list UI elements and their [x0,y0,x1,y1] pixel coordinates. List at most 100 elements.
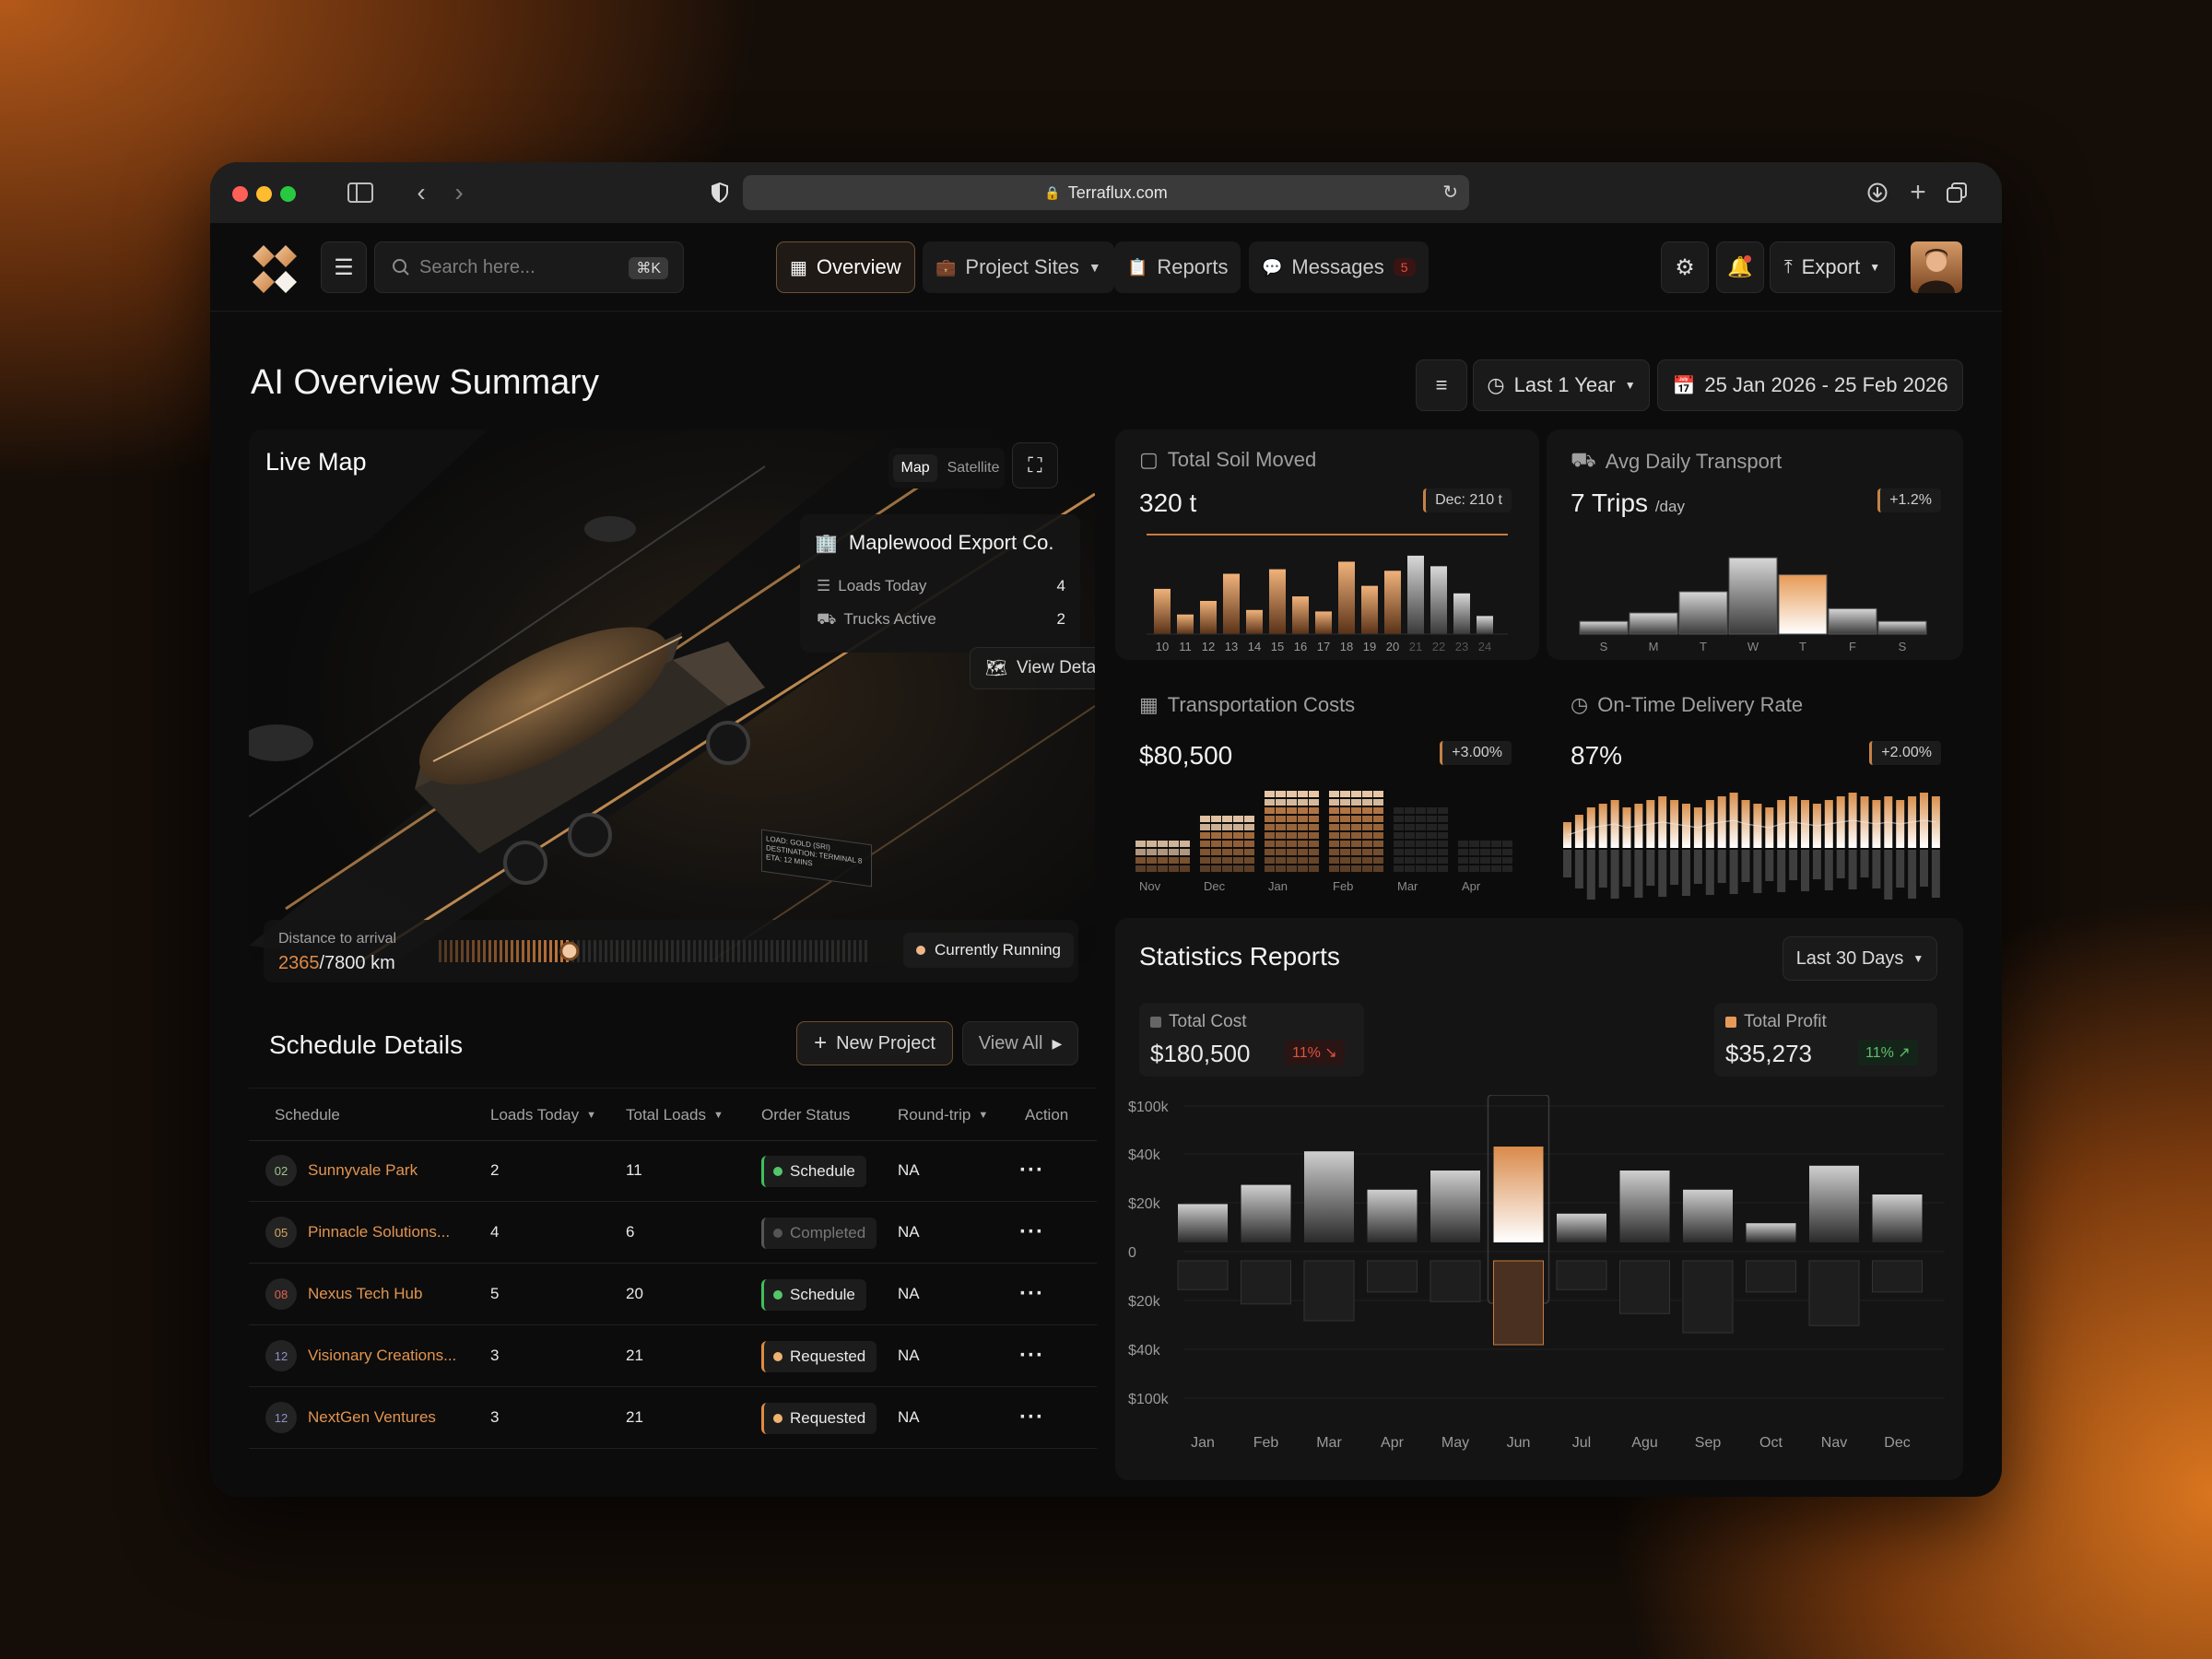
stats-cost-bar [1872,1260,1923,1293]
col-round-trip[interactable]: Round-trip ▼ [898,1106,988,1124]
minimize-window-button[interactable] [256,186,272,202]
settings-button[interactable]: ⚙ [1661,241,1709,293]
row-actions-icon[interactable]: ··· [1019,1343,1044,1369]
row-schedule-name[interactable]: Visionary Creations... [308,1347,456,1365]
cost-block [1147,849,1157,855]
map-toggle-map[interactable]: Map [893,454,937,482]
cost-block [1265,857,1275,864]
row-actions-icon[interactable]: ··· [1019,1405,1044,1430]
cost-block [1298,799,1308,806]
brand-logo[interactable] [249,243,300,295]
col-loads-today[interactable]: Loads Today ▼ [490,1106,596,1124]
row-round-trip: NA [898,1161,920,1179]
forward-icon[interactable]: › [443,177,475,208]
cost-block [1394,865,1404,872]
close-window-button[interactable] [232,186,248,202]
row-schedule-name[interactable]: Pinnacle Solutions... [308,1223,450,1241]
map-toggle-satellite[interactable]: Satellite [947,460,1000,477]
col-schedule[interactable]: Schedule [275,1106,340,1124]
ontime-bar-down [1586,850,1595,900]
address-bar[interactable]: 🔒 Terraflux.com ↻ [743,175,1469,210]
chevron-down-icon: ▼ [1624,379,1636,392]
range-select[interactable]: ◷ Last 1 Year ▼ [1473,359,1650,411]
zoom-window-button[interactable] [280,186,296,202]
reload-icon[interactable]: ↻ [1442,181,1458,204]
search-input[interactable]: Search here... ⌘K [374,241,684,293]
transport-tick-label: S [1899,640,1907,653]
new-project-button[interactable]: + New Project [796,1021,953,1065]
progress-tick [704,940,707,962]
cost-block [1276,816,1286,822]
avatar[interactable] [1911,241,1962,293]
cost-tick-label: Nov [1139,879,1161,893]
new-tab-icon[interactable]: + [1902,177,1934,208]
row-actions-icon[interactable]: ··· [1019,1219,1044,1245]
cost-block [1276,849,1286,855]
row-schedule-name[interactable]: NextGen Ventures [308,1408,436,1427]
soil-tick-label: 13 [1225,640,1238,653]
download-icon[interactable] [1862,177,1893,208]
search-shortcut: ⌘K [629,257,668,279]
shield-icon[interactable] [704,177,735,208]
map-scene[interactable] [249,429,1095,962]
ontime-bar-down [1717,850,1726,883]
table-row[interactable]: 05 Pinnacle Solutions... 4 6 Completed N… [249,1203,1097,1264]
trend-up-icon: ↗ [1898,1045,1911,1061]
progress-tick [527,940,530,962]
cost-block [1427,841,1437,847]
stats-profit-bar [1619,1171,1670,1242]
row-actions-icon[interactable]: ··· [1019,1281,1044,1307]
row-schedule-name[interactable]: Sunnyvale Park [308,1161,418,1180]
filter-button[interactable]: ≡ [1416,359,1467,411]
transport-bar [1678,591,1728,635]
tab-reports[interactable]: 📋 Reports [1114,241,1241,293]
progress-tick [599,940,602,962]
export-button[interactable]: ⤒ Export ▼ [1770,241,1895,293]
ontime-bar-down [1670,850,1679,885]
table-row[interactable]: 12 Visionary Creations... 3 21 Requested… [249,1326,1097,1387]
date-range-picker[interactable]: 📅 25 Jan 2026 - 25 Feb 2026 [1657,359,1963,411]
table-row[interactable]: 02 Sunnyvale Park 2 11 Schedule NA ··· [249,1141,1097,1202]
cost-block [1394,824,1404,830]
cost-block [1309,816,1319,822]
cost-tick-label: Dec [1204,879,1226,893]
cost-block [1362,799,1372,806]
stats-range-select[interactable]: Last 30 Days ▼ [1783,936,1937,981]
col-total-loads[interactable]: Total Loads ▼ [626,1106,724,1124]
cost-block [1405,849,1415,855]
fullscreen-button[interactable]: ⛶ [1012,442,1058,488]
progress-tick [776,940,779,962]
grid-icon: ▦ [790,257,807,278]
tab-messages[interactable]: 💬 Messages 5 [1249,241,1429,293]
progress-tick [715,940,718,962]
progress-tick [516,940,519,962]
cost-block [1233,841,1243,847]
cost-block [1180,865,1190,872]
statistics-card: Statistics Reports Last 30 Days ▼ Total C… [1115,918,1963,1480]
row-actions-icon[interactable]: ··· [1019,1158,1044,1183]
cost-block [1169,841,1179,847]
sidebar-toggle-icon[interactable] [345,177,376,208]
cost-block [1394,841,1404,847]
menu-button[interactable]: ☰ [321,241,367,293]
table-row[interactable]: 12 NextGen Ventures 3 21 Requested NA ··… [249,1388,1097,1449]
progress-tick [461,940,464,962]
row-schedule-name[interactable]: Nexus Tech Hub [308,1285,422,1303]
tabs-overview-icon[interactable] [1941,177,1972,208]
soil-bar [1338,561,1355,634]
view-all-button[interactable]: View All ▶ [962,1021,1078,1065]
table-row[interactable]: 08 Nexus Tech Hub 5 20 Schedule NA ··· [249,1265,1097,1325]
view-details-button[interactable]: 🗺 View Details [970,647,1095,689]
cost-block [1135,857,1146,864]
row-status-badge: Schedule [761,1156,866,1187]
stats-cost-bar [1682,1260,1734,1334]
ontime-bar-down [1646,850,1655,886]
notifications-button[interactable]: 🔔 [1716,241,1764,293]
tab-overview[interactable]: ▦ Overview [776,241,915,293]
tab-project-sites[interactable]: 💼 Project Sites ▼ [923,241,1114,293]
cost-block [1373,791,1383,797]
hamburger-icon: ☰ [334,254,354,280]
row-status-label: Requested [790,1347,866,1365]
back-icon[interactable]: ‹ [406,177,437,208]
col-order-status[interactable]: Order Status [761,1106,850,1124]
